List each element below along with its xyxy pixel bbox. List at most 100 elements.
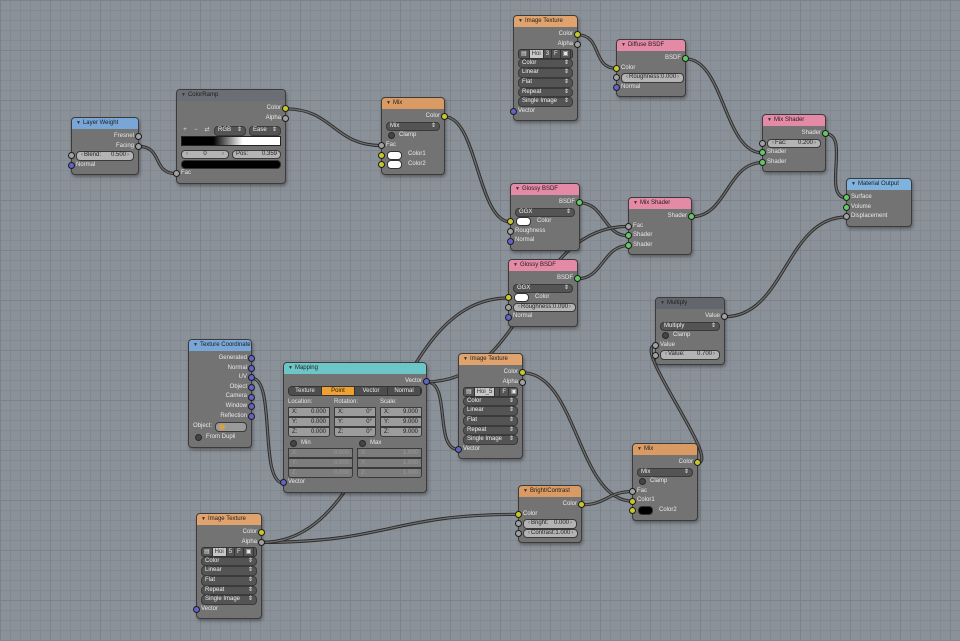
- node-link[interactable]: [426, 381, 459, 451]
- decrement-arrow-icon[interactable]: ‹: [528, 530, 530, 538]
- axis-field[interactable]: X: 9.000: [380, 407, 422, 418]
- float-socket-input[interactable]: [759, 139, 766, 147]
- single-image-dropdown[interactable]: Single Image ⇕: [201, 595, 257, 605]
- collapse-triangle-icon[interactable]: ▼: [660, 300, 665, 306]
- color-dropdown[interactable]: Color ⇕: [518, 58, 573, 69]
- node-header[interactable]: ▼ Layer Weight: [72, 118, 138, 129]
- node-link[interactable]: [251, 377, 284, 484]
- node-mapping[interactable]: ▼ Mapping Vector Texture Point Vector Normal Lo…: [280, 362, 430, 493]
- color-mode-dropdown[interactable]: RGB ⇕: [214, 126, 246, 136]
- color-swatch[interactable]: [516, 217, 531, 227]
- vector-socket-output[interactable]: [248, 364, 255, 372]
- axis-field[interactable]: X: 0.000: [288, 407, 330, 418]
- collapse-triangle-icon[interactable]: ▼: [767, 117, 772, 123]
- node-diffuse-bsdf[interactable]: ▼ Diffuse BSDF BSDF Color ‹ Roughness: 0.000 › N…: [613, 39, 689, 98]
- float-socket-input[interactable]: [652, 342, 659, 350]
- float-socket-output[interactable]: [258, 538, 265, 546]
- increment-arrow-icon[interactable]: ›: [570, 520, 572, 528]
- color-socket-input[interactable]: [505, 294, 512, 302]
- node-texture-coordinate[interactable]: ▼ Texture Coordinate Generated Normal UV Obje…: [188, 339, 255, 448]
- axis-field[interactable]: X: 0.000: [288, 448, 353, 459]
- float-socket-output[interactable]: [135, 142, 142, 150]
- increment-arrow-icon[interactable]: ›: [677, 74, 679, 82]
- axis-field[interactable]: Z: 9.000: [380, 427, 422, 438]
- checkbox-icon[interactable]: [388, 132, 395, 140]
- collapse-triangle-icon[interactable]: ▼: [633, 200, 638, 206]
- color-socket-input[interactable]: [629, 507, 636, 515]
- float-socket-input[interactable]: [515, 520, 522, 528]
- flat-dropdown[interactable]: Flat ⇕: [518, 78, 573, 88]
- clamp-checkbox[interactable]: Clamp: [637, 477, 693, 487]
- node-glossy-bsdf[interactable]: ▼ Glossy BSDF BSDF GGX ⇕ Color ‹ Roughness: 0.09…: [505, 259, 581, 327]
- decrement-arrow-icon[interactable]: ‹: [81, 152, 83, 160]
- collapse-triangle-icon[interactable]: ▼: [463, 356, 468, 362]
- color-swatch[interactable]: [387, 150, 402, 160]
- collapse-triangle-icon[interactable]: ▼: [201, 516, 206, 522]
- node-bright-contrast[interactable]: ▼ Bright/Contrast Color Color ‹ Bright: 0.000 ›…: [515, 485, 585, 544]
- float-socket-input[interactable]: [629, 488, 636, 496]
- image-browse-icon[interactable]: ▤: [202, 547, 213, 556]
- fake-user-button[interactable]: F: [235, 547, 244, 556]
- single-image-dropdown[interactable]: Single Image ⇕: [463, 435, 518, 445]
- single-image-dropdown[interactable]: Single Image ⇕: [518, 97, 573, 107]
- axis-field[interactable]: Y: 1.000: [357, 458, 422, 469]
- checkbox-icon[interactable]: [359, 440, 366, 448]
- node-header[interactable]: ▼ Mapping: [284, 363, 426, 374]
- axis-field[interactable]: Z: 1.000: [357, 468, 422, 479]
- unlink-image-button[interactable]: ×: [254, 548, 256, 556]
- node-header[interactable]: ▼ Image Texture: [197, 514, 261, 525]
- increment-arrow-icon[interactable]: ›: [814, 140, 816, 148]
- node-colorramp[interactable]: ▼ ColorRamp Color Alpha + − ⇄ RGB ⇕ Ease ⇕ ‹ 0 › Pos: 0…: [173, 89, 289, 184]
- color-dropdown[interactable]: Color ⇕: [201, 556, 257, 567]
- axis-field[interactable]: Y: 0°: [334, 417, 376, 428]
- image-browse-icon[interactable]: ▤: [464, 387, 475, 396]
- axis-field[interactable]: Z: 0.000: [288, 427, 330, 438]
- image-name[interactable]: Hoi: [212, 547, 227, 556]
- color-socket-input[interactable]: [515, 510, 522, 518]
- image-name[interactable]: Hoi_5: [474, 387, 496, 396]
- node-mix-shader[interactable]: ▼ Mix Shader Shader Fac Shader Shader: [625, 197, 695, 256]
- axis-field[interactable]: Y: 0.000: [288, 458, 353, 469]
- increment-arrow-icon[interactable]: ›: [222, 151, 224, 159]
- open-image-icon[interactable]: ▣: [244, 547, 255, 556]
- node-link[interactable]: [285, 108, 382, 147]
- shader-socket-input[interactable]: [843, 203, 850, 211]
- float-socket-output[interactable]: [519, 378, 526, 386]
- unlink-image-button[interactable]: ×: [571, 50, 572, 58]
- color-socket-input[interactable]: [507, 218, 514, 226]
- color-socket-input[interactable]: [629, 497, 636, 505]
- node-header[interactable]: ▼ Mix Shader: [629, 198, 691, 209]
- open-image-icon[interactable]: ▣: [561, 49, 572, 58]
- color-socket-input[interactable]: [613, 64, 620, 72]
- mix-dropdown[interactable]: Mix ⇕: [386, 121, 440, 132]
- vector-socket-output[interactable]: [248, 412, 255, 420]
- shader-socket-input[interactable]: [759, 149, 766, 157]
- collapse-triangle-icon[interactable]: ▼: [513, 262, 518, 268]
- float-socket-input[interactable]: [843, 213, 850, 221]
- roughness-field[interactable]: ‹ Roughness: 0.090 ›: [513, 302, 577, 313]
- node-mix[interactable]: ▼ Mix Color Mix ⇕ Clamp Fac Color1 Color2: [378, 97, 448, 175]
- axis-field[interactable]: Y: 9.000: [380, 417, 422, 428]
- color-swatch[interactable]: [387, 160, 402, 170]
- collapse-triangle-icon[interactable]: ▼: [518, 18, 523, 24]
- flip-ramp-button[interactable]: ⇄: [203, 126, 211, 136]
- vector-socket-input[interactable]: [68, 162, 75, 170]
- node-header[interactable]: ▼ Image Texture: [459, 354, 522, 365]
- axis-field[interactable]: Z: 0°: [334, 427, 376, 438]
- ggx-dropdown[interactable]: GGX ⇕: [515, 207, 575, 218]
- decrement-arrow-icon[interactable]: ‹: [518, 304, 520, 312]
- node-link[interactable]: [138, 145, 177, 175]
- vector-socket-input[interactable]: [505, 313, 512, 321]
- node-layer-weight[interactable]: ▼ Layer Weight Fresnel Facing ‹ Blend: 0.500 › N…: [68, 117, 142, 176]
- color-dropdown[interactable]: Color ⇕: [463, 396, 518, 407]
- increment-arrow-icon[interactable]: ›: [713, 351, 715, 359]
- roughness-field[interactable]: ‹ Roughness: 0.000 ›: [621, 73, 685, 83]
- node-link[interactable]: [444, 116, 511, 223]
- checkbox-icon[interactable]: [662, 332, 669, 340]
- bright-field[interactable]: ‹ Bright: 0.000 ›: [523, 519, 577, 529]
- node-link[interactable]: [261, 513, 519, 544]
- stop-color-swatch[interactable]: [181, 159, 281, 169]
- node-header[interactable]: ▼ Glossy BSDF: [511, 184, 579, 195]
- node-header[interactable]: ▼ ColorRamp: [177, 90, 285, 101]
- increment-arrow-icon[interactable]: ›: [127, 152, 129, 160]
